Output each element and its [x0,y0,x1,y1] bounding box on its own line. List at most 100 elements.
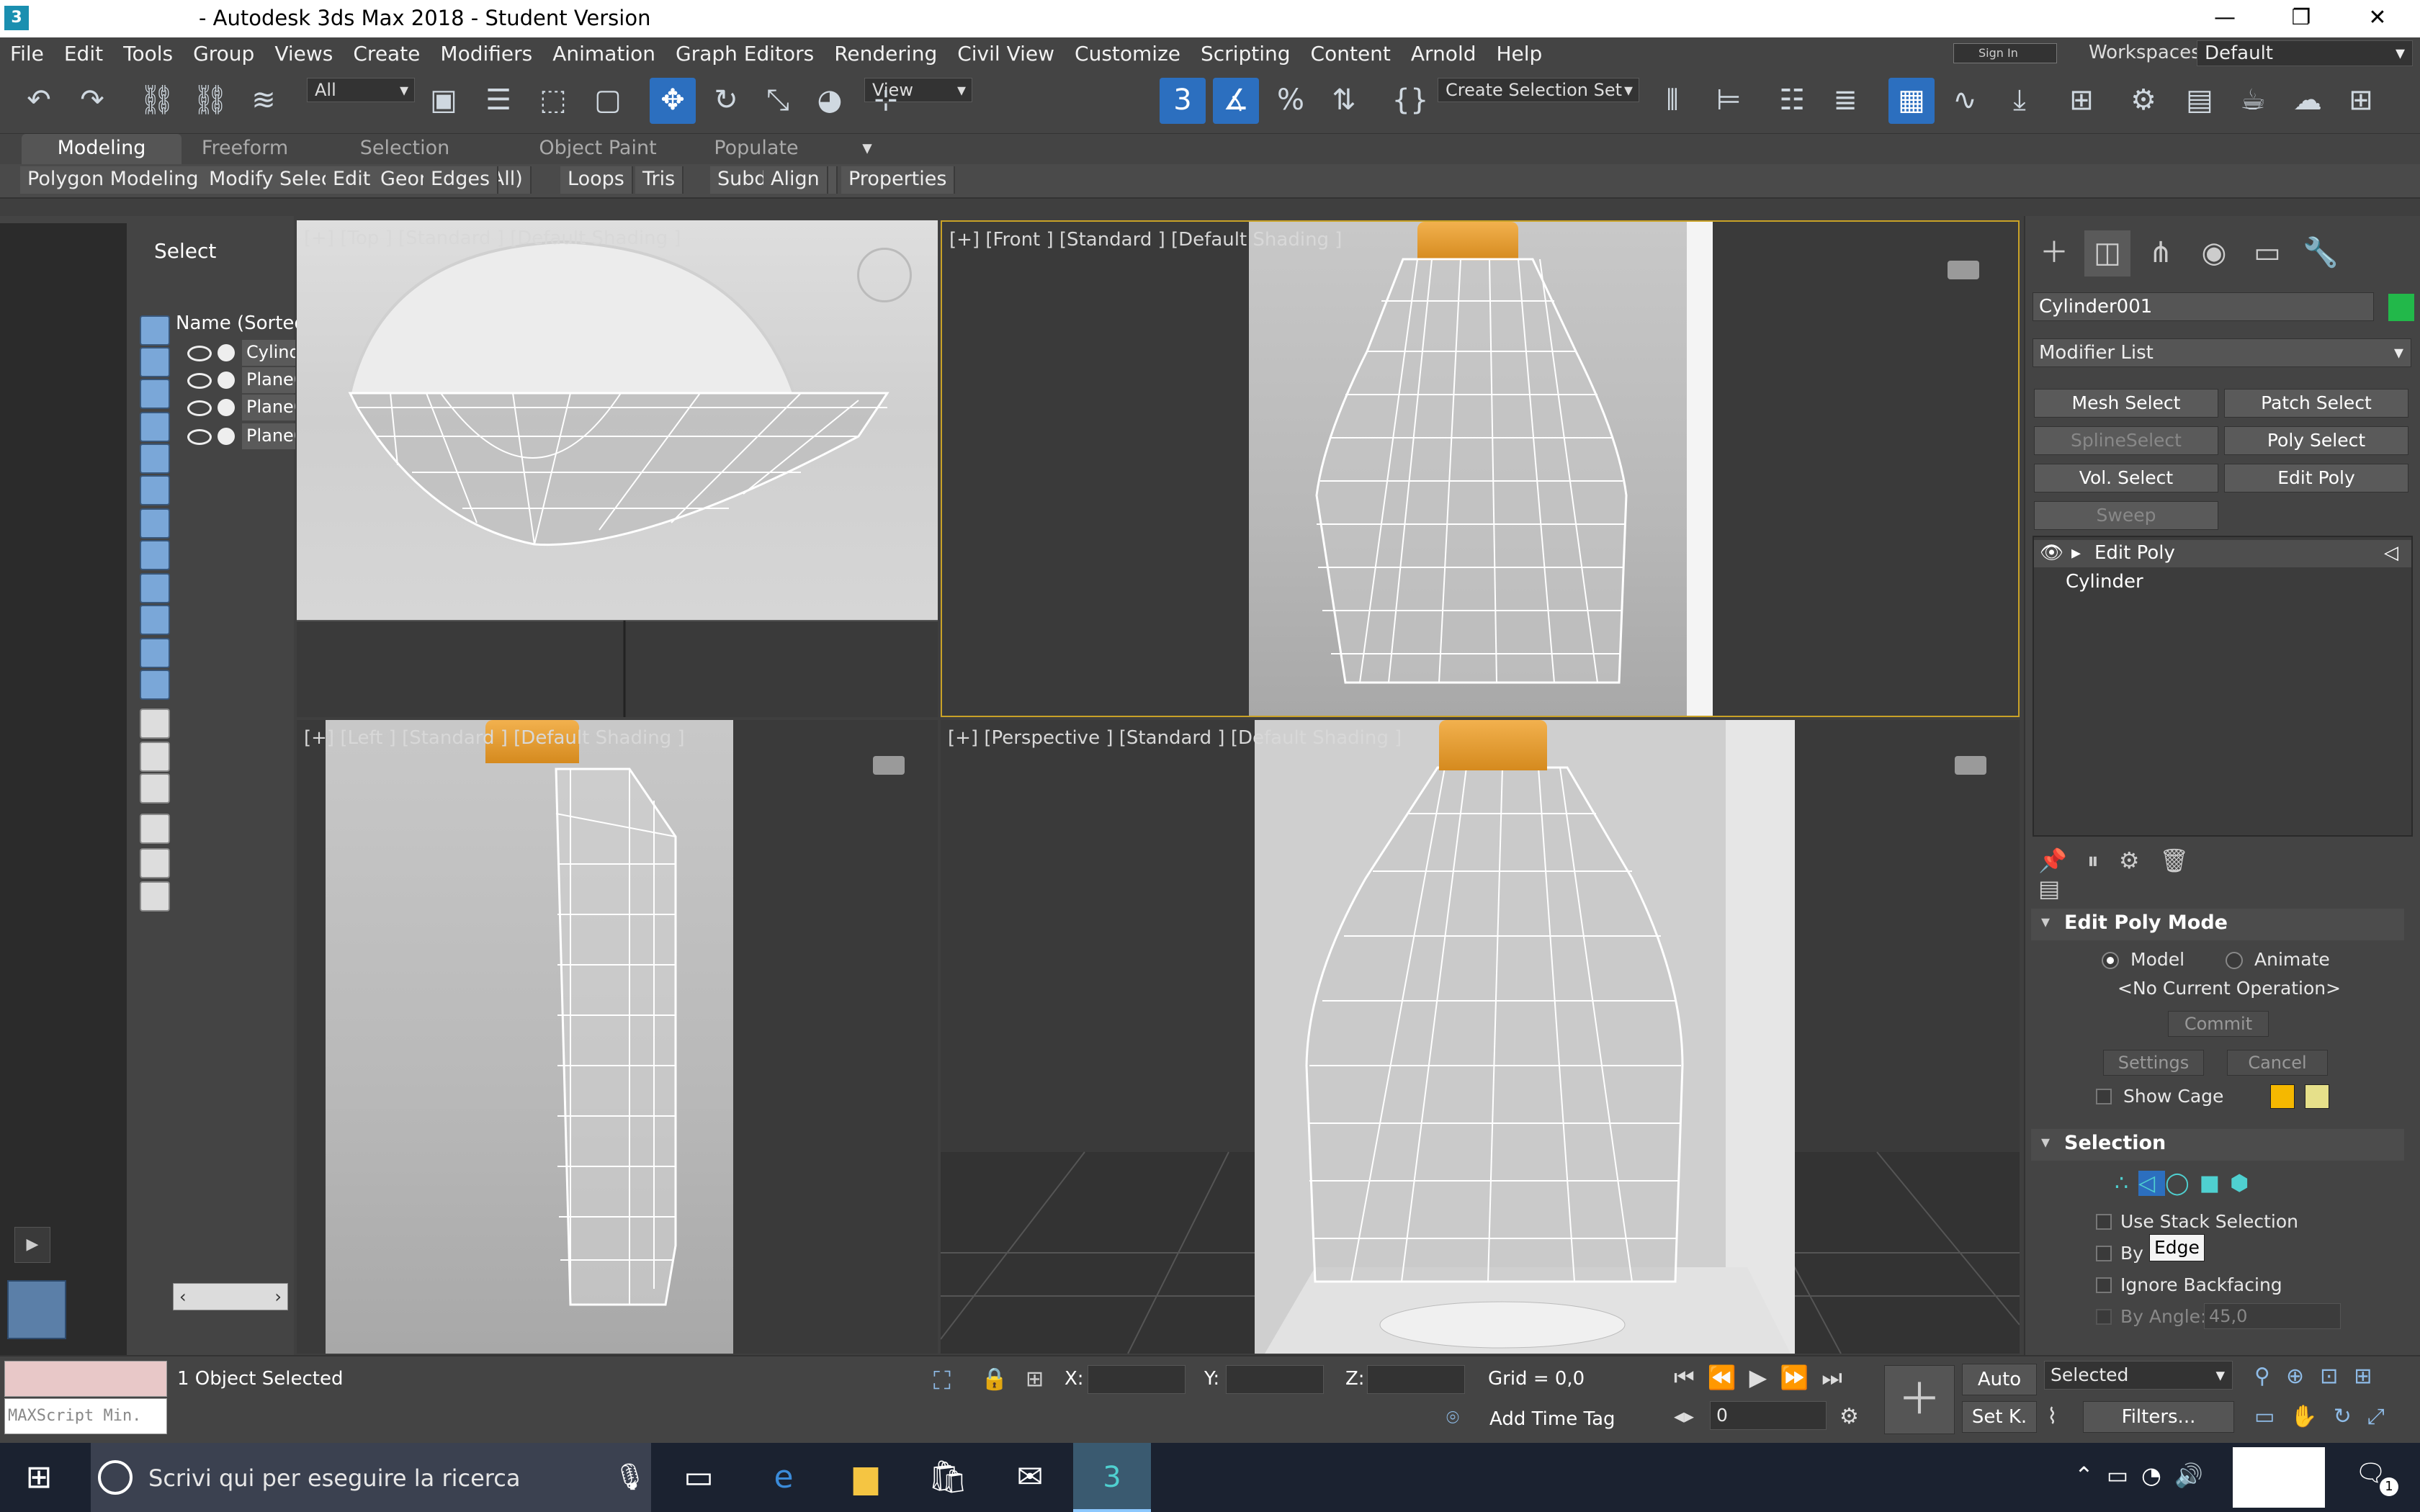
next-frame-icon[interactable]: ⏩ [1780,1364,1821,1391]
window-crossing-icon[interactable]: ▢ [585,78,631,124]
freeze-icon[interactable] [218,344,235,361]
filters-button[interactable]: Filters... [2083,1401,2234,1433]
playback-controls[interactable]: ⏮⏪▶⏩⏭ [1674,1364,1855,1392]
go-to-end-icon[interactable]: ⏭ [1821,1364,1855,1391]
list-item[interactable]: Plane003 [187,423,295,449]
modifier-btn-edit-poly[interactable]: Edit Poly [2224,464,2408,492]
lock-icon[interactable]: 🔒 [981,1367,1008,1392]
by-vertex-checkbox[interactable] [2096,1246,2112,1261]
object-name-field[interactable]: Cylinder001 [2033,292,2374,321]
zoom-all-icon[interactable]: ⊕ [2286,1364,2320,1389]
menu-rendering[interactable]: Rendering [824,42,947,66]
edit-named-sets-icon[interactable]: {} [1387,78,1433,124]
play-icon[interactable]: ▶ [14,1227,50,1263]
modifier-btn-splineselect[interactable]: SplineSelect [2034,426,2218,455]
key-mode-icon[interactable]: ◂▸ [1674,1404,1694,1428]
schematic-view-icon[interactable]: ⤓ [1996,78,2043,124]
stack-item-cylinder[interactable]: Cylinder [2066,569,2143,596]
expand-icon[interactable]: ▸ [2071,540,2081,567]
menu-group[interactable]: Group [183,42,264,66]
chevron-right-icon[interactable]: › [274,1287,282,1307]
show-cage-checkbox[interactable] [2096,1089,2112,1104]
system-tray[interactable]: ⌃▭◔🔊 [2074,1462,2216,1489]
tab-selection[interactable]: Selection [333,134,477,164]
redo-icon[interactable]: ↷ [69,78,115,124]
key-tangent-icon[interactable]: ⌇ [2047,1404,2058,1429]
by-angle-checkbox[interactable] [2096,1309,2112,1325]
subobject-level-bar[interactable]: ∴◁◯■⬢ [2115,1171,2287,1200]
display-groups-icon[interactable] [140,508,170,539]
viewport-front[interactable]: [+] [Front ] [Standard ] [Default Shadin… [941,220,2020,717]
rect-region-icon[interactable]: ⬚ [530,78,576,124]
y-coord-field[interactable] [1226,1365,1324,1394]
set-key-button[interactable]: Set K. [1962,1401,2037,1433]
menu-graph-editors[interactable]: Graph Editors [666,42,824,66]
mirror-icon[interactable]: ⫴ [1649,78,1695,124]
vertex-icon[interactable]: ∴ [2115,1171,2138,1196]
filter-icon[interactable] [140,814,170,844]
mail-icon[interactable]: ✉ [991,1443,1069,1512]
freeze-icon[interactable] [218,372,235,389]
display-shapes-icon[interactable] [140,347,170,377]
wifi-icon[interactable]: ◔ [2141,1462,2174,1489]
menu-scripting[interactable]: Scripting [1191,42,1301,66]
rendered-frame-icon[interactable]: ▤ [2177,78,2223,124]
pan-icon[interactable]: ✋ [2290,1404,2333,1429]
menu-edit[interactable]: Edit [54,42,113,66]
menu-animation[interactable]: Animation [542,42,666,66]
hierarchy-icon[interactable] [140,881,170,912]
eye-icon[interactable] [187,373,212,389]
curve-editor-icon[interactable]: ∿ [1942,78,1988,124]
ribbon-options-icon[interactable]: ▾ [847,134,887,164]
viewcube-icon[interactable] [857,248,912,302]
rollout-title[interactable]: Selection [2064,1132,2166,1154]
freeze-icon[interactable] [218,428,235,445]
time-config-icon[interactable]: ⚙ [1839,1404,1859,1429]
zoom-extents-all-icon[interactable]: ⊞ [2354,1364,2388,1389]
border-icon[interactable]: ◯ [2165,1171,2200,1196]
placement-icon[interactable]: ◕ [807,78,853,124]
display-cameras-icon[interactable] [140,412,170,442]
display-none-icon[interactable] [140,742,170,772]
scale-icon[interactable]: ⤡ [755,78,801,124]
close-button[interactable]: ✕ [2339,0,2416,37]
viewport-label[interactable]: [+] [Front ] [Standard ] [Default Shadin… [949,229,1342,251]
nav-controls[interactable]: ⚲⊕⊡⊞ [2254,1364,2388,1389]
undo-icon[interactable]: ↶ [16,78,62,124]
modifier-list-select[interactable]: Modifier List ▾ [2033,338,2411,367]
rollout-title[interactable]: Edit Poly Mode [2064,912,2228,934]
create-tab-icon[interactable]: ＋ [2031,230,2077,276]
use-stack-selection-checkbox[interactable] [2096,1214,2112,1230]
taskbar-search[interactable]: Scrivi qui per eseguire la ricerca 🎙 [91,1443,651,1512]
eye-icon[interactable] [187,400,212,416]
tab-object-paint[interactable]: Object Paint [511,134,684,164]
stack-item-selected[interactable] [2034,540,2411,567]
remove-modifier-icon[interactable]: 🗑 [2160,847,2210,874]
modifier-btn-vol-select[interactable]: Vol. Select [2034,464,2218,492]
by-angle-spinner[interactable]: 45,0 [2204,1303,2341,1329]
x-coord-field[interactable] [1088,1365,1186,1394]
ribbon-btn-edit[interactable]: Edit [326,166,380,194]
cage-color-swatch[interactable] [2270,1084,2295,1109]
restore-button[interactable]: ❐ [2263,0,2339,37]
percent-snap-icon[interactable]: % [1268,78,1314,124]
display-containers-icon[interactable] [140,605,170,635]
tab-modeling[interactable]: Modeling [22,134,182,164]
viewport-top[interactable]: [+] [Top ] [Standard ] [Default Shading … [297,220,938,717]
display-geometry-icon[interactable] [140,315,170,346]
display-spacewarps-icon[interactable] [140,475,170,505]
current-frame-field[interactable]: 0 [1710,1401,1827,1430]
display-hidden-icon[interactable] [140,670,170,700]
select-by-name-icon[interactable]: ☰ [475,78,521,124]
modifier-btn-poly-select[interactable]: Poly Select [2224,426,2408,455]
settings-button[interactable]: Settings [2103,1050,2204,1076]
viewcube-icon[interactable] [873,756,905,775]
element-icon[interactable]: ⬢ [2230,1171,2259,1196]
stack-item-edit-poly[interactable]: Edit Poly [2094,540,2175,567]
maxscript-output[interactable] [4,1361,167,1397]
list-item[interactable]: Plane001 [187,367,295,393]
modifier-btn-mesh-select[interactable]: Mesh Select [2034,389,2218,418]
select-object-icon[interactable]: ▣ [421,78,467,124]
display-tab-icon[interactable]: ▭ [2244,230,2290,276]
hierarchy-tab-icon[interactable]: ⋔ [2138,230,2184,276]
